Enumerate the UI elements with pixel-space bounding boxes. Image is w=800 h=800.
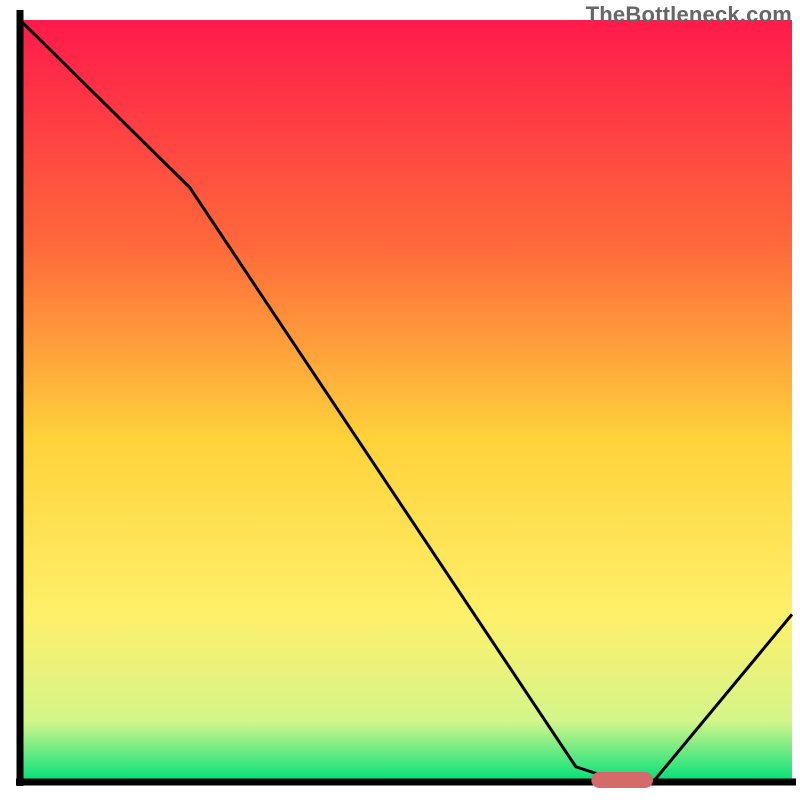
chart-container: TheBottleneck.com (0, 0, 800, 800)
watermark-text: TheBottleneck.com (586, 2, 792, 28)
optimum-marker (591, 772, 653, 788)
bottleneck-chart (0, 0, 800, 800)
